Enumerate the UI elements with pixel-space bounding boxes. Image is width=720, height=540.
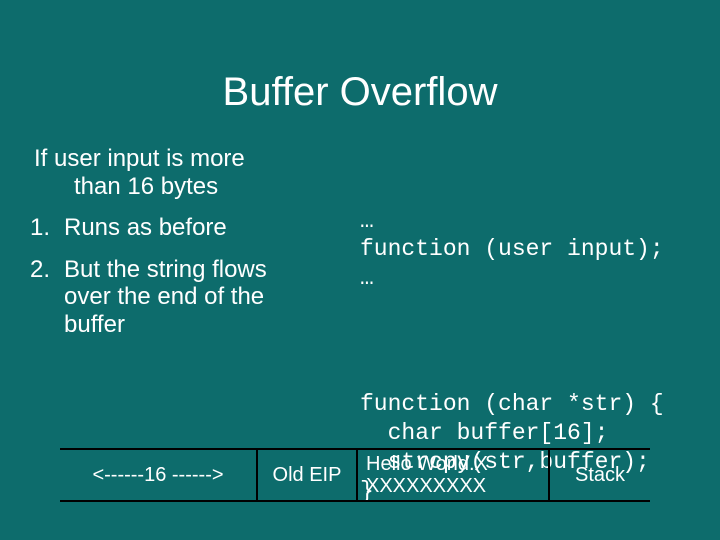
list-item-2: 2. But the string flows over the end of … [30,256,340,339]
cell-old-eip: Old EIP [258,448,358,502]
cell-overflow: Hello World.X XXXXXXXXX [358,448,550,502]
list-number-2: 2. [30,256,50,284]
cell-stack: Stack [550,448,650,502]
list-text-1: Runs as before [64,214,340,242]
overflow-line1: Hello World.X [366,453,488,475]
stack-diagram: <------16 ------> Old EIP Hello World.X … [60,448,680,502]
slide: Buffer Overflow If user input is more th… [0,0,720,540]
list-number-1: 1. [30,214,50,242]
slide-title: Buffer Overflow [0,0,720,115]
li2-line1: But the string flows [64,256,267,283]
stack-row: <------16 ------> Old EIP Hello World.X … [60,448,680,502]
li2-line3: buffer [64,311,125,338]
list-text-2: But the string flows over the end of the… [64,256,340,339]
code-block-top: … function (user input); … [360,207,690,293]
list-item-1: 1. Runs as before [30,214,340,242]
cell-buffer-16: <------16 ------> [60,448,258,502]
lead-text: If user input is more than 16 bytes [30,145,340,200]
lead-line-2: than 16 bytes [34,173,340,201]
lead-line-1: If user input is more [34,145,245,172]
overflow-line2: XXXXXXXXX [366,475,486,497]
li2-line2: over the end of the [64,283,264,310]
